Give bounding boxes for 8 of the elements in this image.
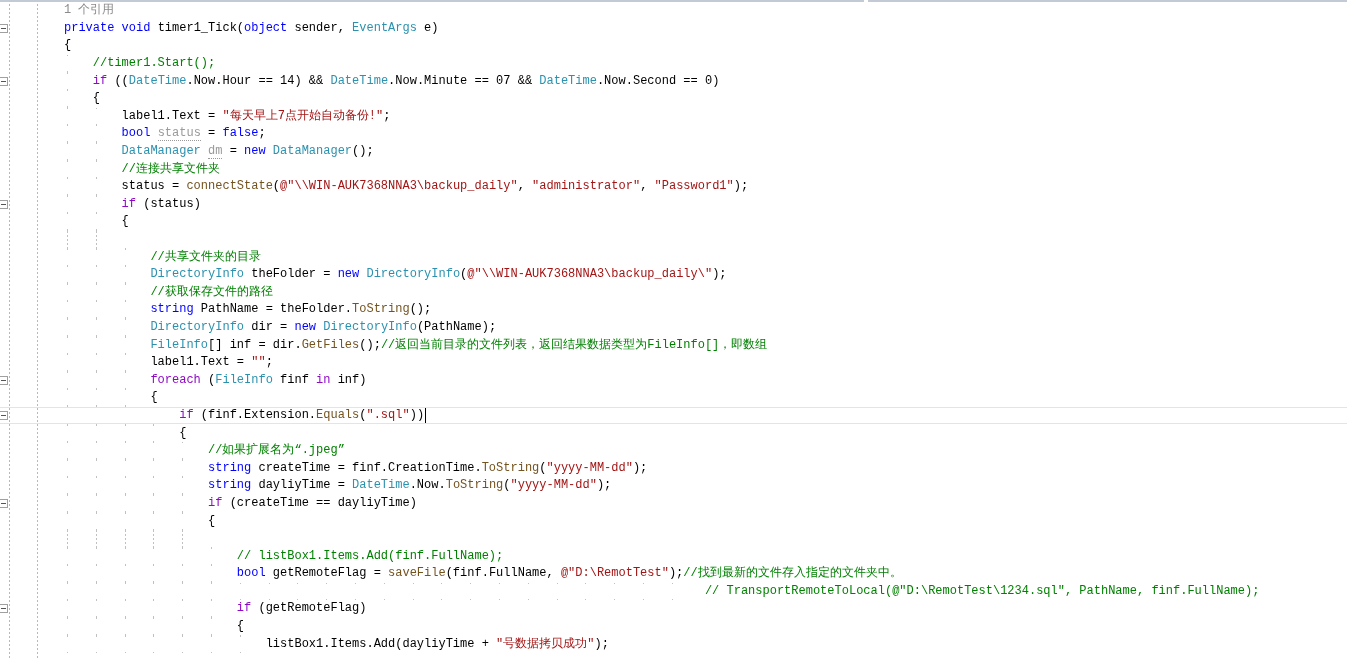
collapse-icon[interactable]	[0, 23, 8, 33]
collapse-icon[interactable]	[0, 199, 8, 209]
text-cursor	[425, 407, 427, 423]
collapse-icon[interactable]	[0, 604, 8, 614]
collapse-icon[interactable]	[0, 76, 8, 86]
collapse-icon[interactable]	[0, 410, 8, 420]
collapse-icon[interactable]	[0, 375, 8, 385]
collapse-icon[interactable]	[0, 498, 8, 508]
